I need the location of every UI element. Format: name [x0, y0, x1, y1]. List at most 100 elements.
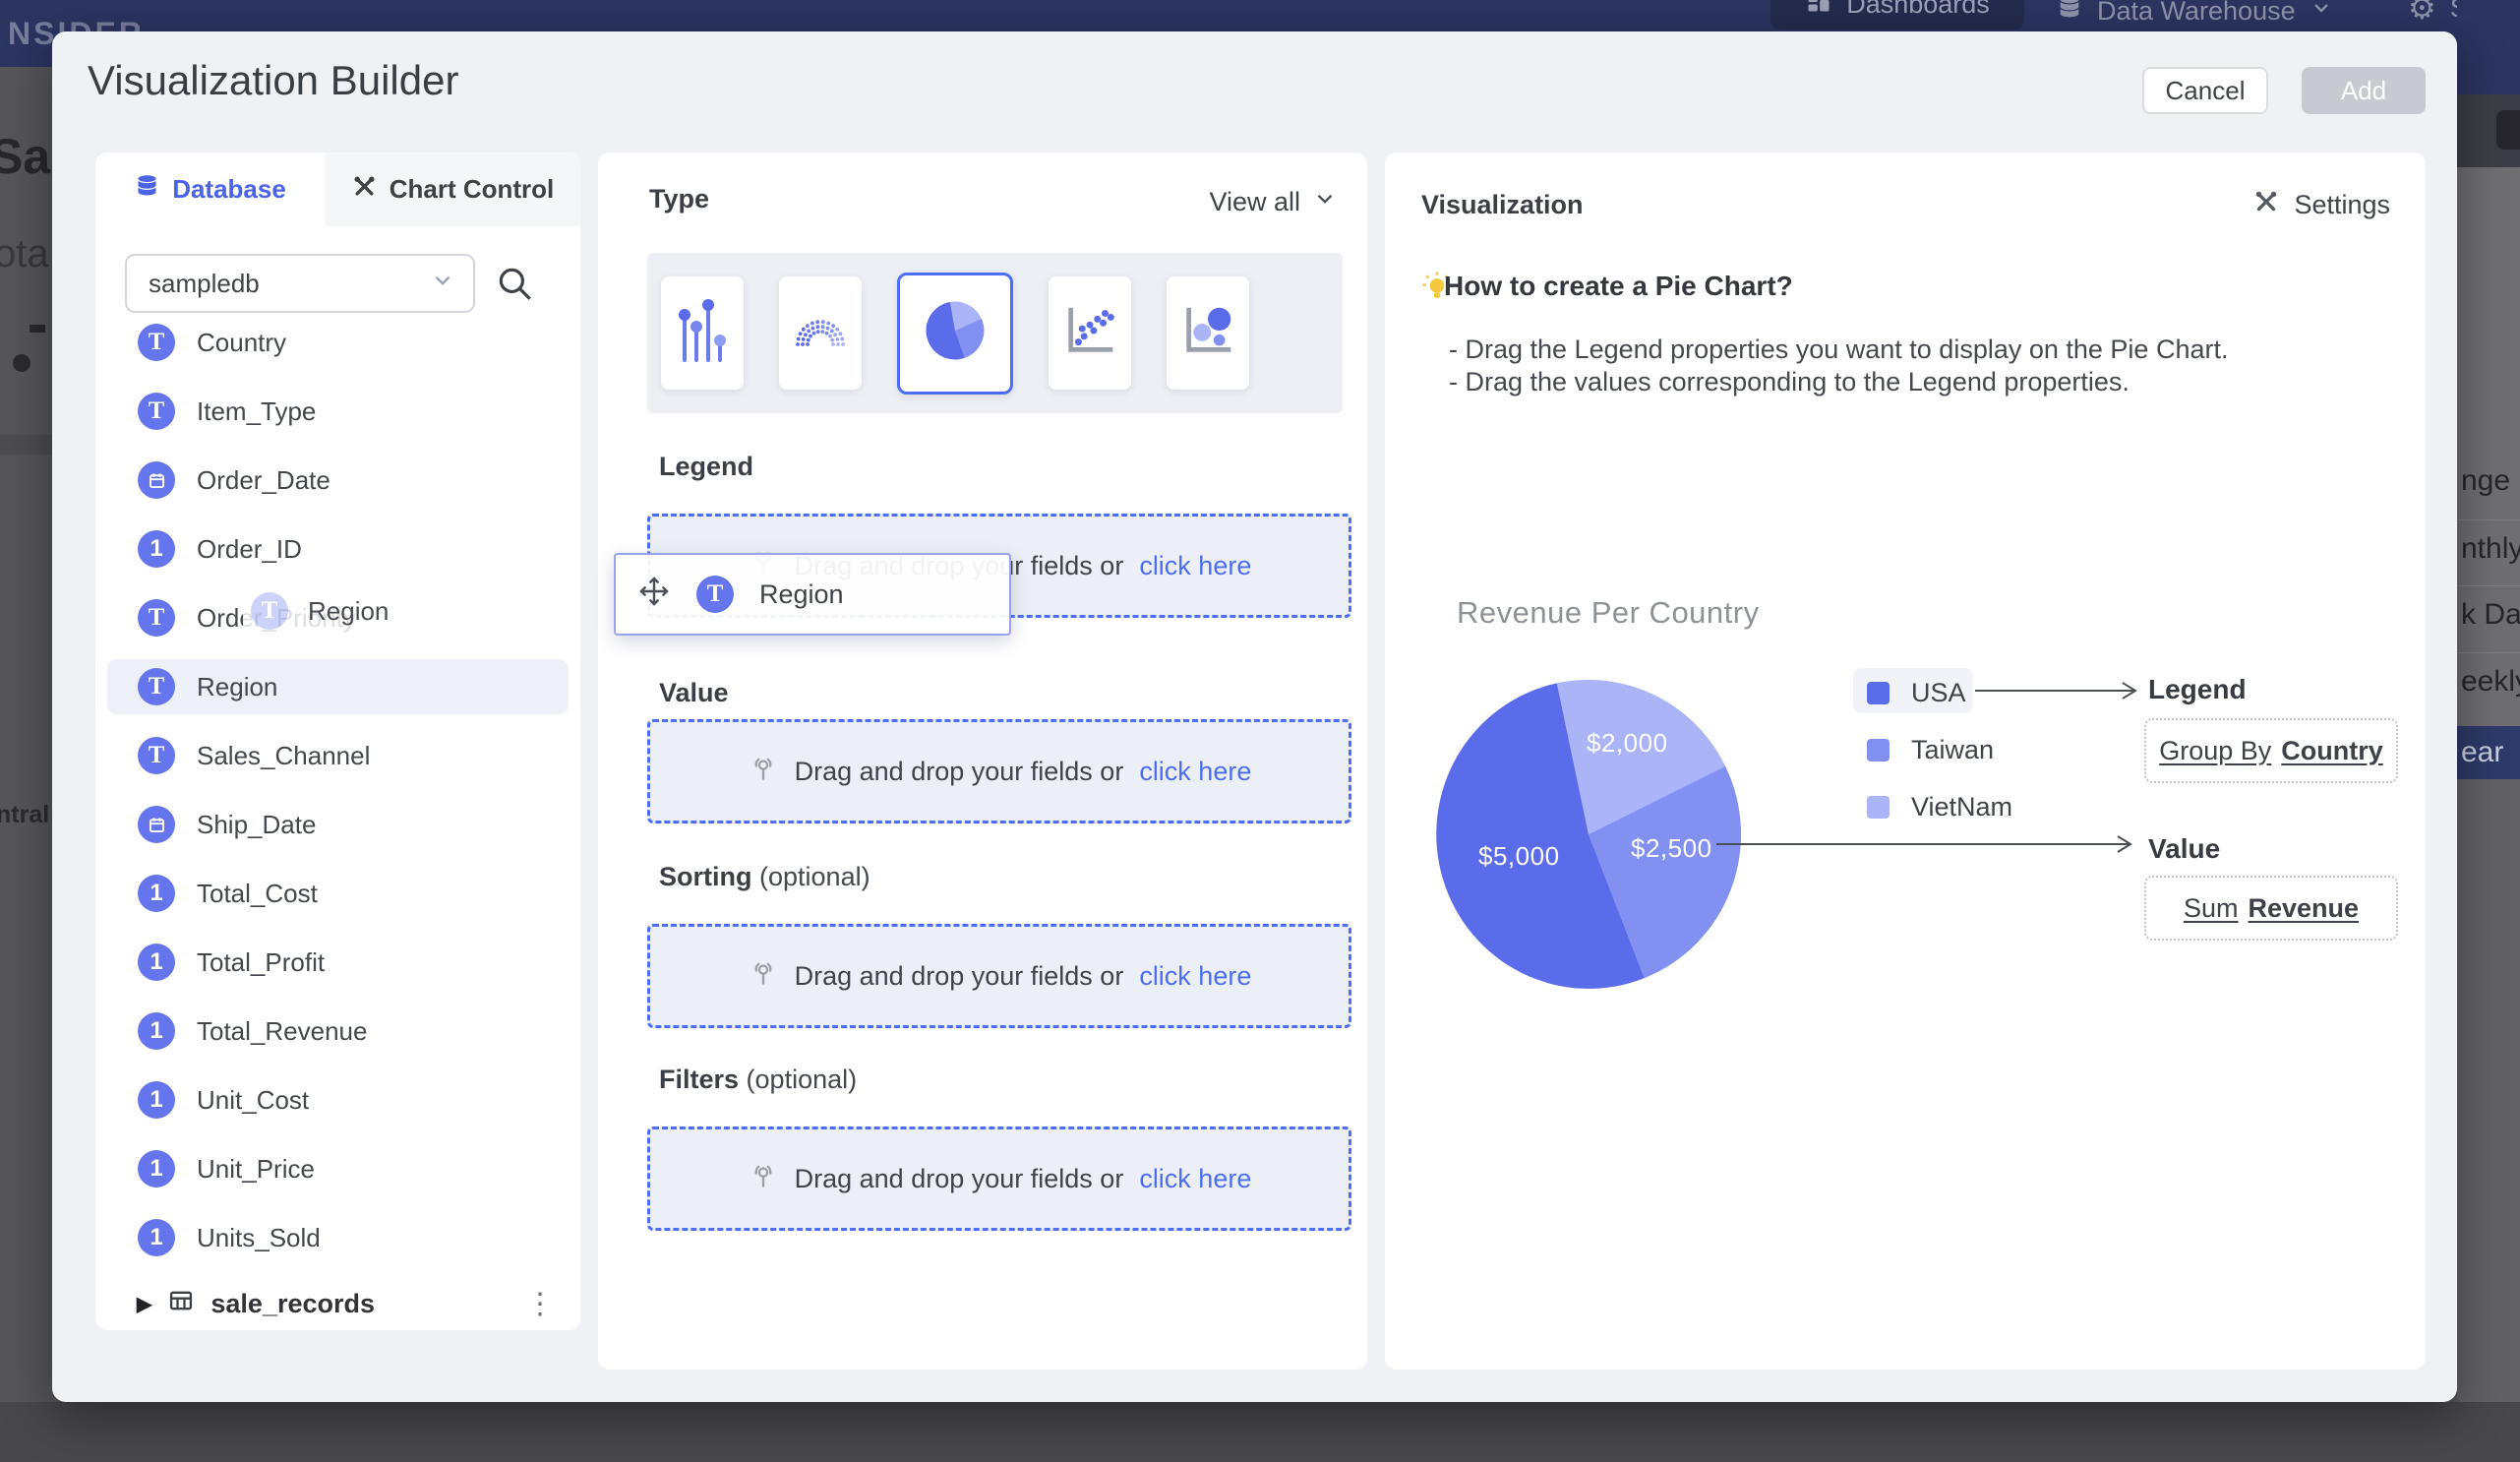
dropzone-sorting[interactable]: Drag and drop your fields orclick here [647, 924, 1351, 1028]
field-label: Unit_Price [197, 1154, 315, 1185]
howto-title: How to create a Pie Chart? [1444, 271, 1793, 302]
pie-legend-item-vietnam[interactable]: VietNam [1867, 789, 2012, 824]
field-type-text-icon: T [138, 599, 175, 637]
sum-label: Sum [2184, 893, 2239, 924]
chart-type-pie-selected[interactable] [897, 273, 1013, 395]
field-label: Sales_Channel [197, 741, 370, 771]
dropzone-click-here-link[interactable]: click here [1139, 757, 1251, 787]
value-arrow [1716, 833, 2139, 855]
field-item-order_id[interactable]: 1Order_ID [107, 521, 569, 577]
dropzone-click-here-link[interactable]: click here [1139, 551, 1251, 581]
tab-chart-control-label: Chart Control [390, 174, 555, 205]
visualization-panel: Visualization Settings How to create a P… [1385, 152, 2426, 1370]
field-item-sales_channel[interactable]: TSales_Channel [107, 728, 569, 783]
drag-ghost-region: T Region [243, 588, 426, 634]
view-all-button[interactable]: View all [1209, 186, 1338, 218]
bg-mark [30, 325, 45, 333]
chart-type-strip [647, 253, 1343, 413]
field-type-number-icon: 1 [138, 1219, 175, 1256]
settings-label: Settings [2294, 190, 2390, 220]
save-icon [2496, 110, 2520, 150]
chevron-down-icon [1312, 186, 1338, 218]
chart-type-scatter[interactable] [1049, 276, 1131, 390]
chart-type-bubble[interactable] [1167, 276, 1249, 390]
field-label: Order_Date [197, 465, 330, 496]
drag-preview[interactable]: T Region [614, 553, 1011, 636]
field-item-total_revenue[interactable]: 1Total_Revenue [107, 1004, 569, 1059]
slice-value-usa: $5,000 [1478, 841, 1560, 872]
bg-bottom-strip [0, 1402, 2520, 1462]
chart-type-lollipop[interactable] [661, 276, 744, 390]
annotation-legend-box[interactable]: Group By Country [2144, 718, 2398, 783]
field-type-text-icon: T [138, 324, 175, 361]
tools-icon [351, 173, 378, 207]
field-item-item_type[interactable]: T Item_Type [107, 384, 569, 439]
pie-legend-item-taiwan[interactable]: Taiwan [1867, 732, 1994, 767]
lollipop-icon [675, 295, 730, 371]
field-item-total_cost[interactable]: 1Total_Cost [107, 866, 569, 921]
table-row-sale-records[interactable]: ▶ sale_records ⋮ [107, 1280, 569, 1327]
caret-right-icon[interactable]: ▶ [137, 1292, 151, 1316]
scatter-icon [1059, 300, 1120, 366]
bg-bullet-dot [13, 354, 30, 372]
kebab-menu-icon[interactable]: ⋮ [525, 1287, 569, 1321]
add-button[interactable]: Add [2302, 67, 2426, 114]
field-type-number-icon: 1 [138, 1012, 175, 1050]
annotation-value-box[interactable]: Sum Revenue [2144, 876, 2398, 941]
field-type-number-icon: 1 [138, 1150, 175, 1188]
screen: NSIDER Dashboards Data Warehouse ⚙ Setti… [0, 0, 2520, 1462]
field-type-text-icon: T [138, 393, 175, 430]
field-type-number-icon: 1 [138, 1081, 175, 1119]
field-item-ship_date[interactable]: Ship_Date [107, 797, 569, 852]
tab-database[interactable]: Database [95, 152, 325, 226]
cancel-button[interactable]: Cancel [2142, 67, 2268, 114]
field-label: Country [197, 328, 286, 358]
legend-arrow [1975, 680, 2142, 701]
section-label-sorting: Sorting (optional) [659, 862, 870, 892]
field-label: Ship_Date [197, 810, 316, 840]
tab-chart-control[interactable]: Chart Control [325, 152, 580, 226]
field-item-region[interactable]: TRegion [107, 659, 569, 714]
section-label-filters: Filters (optional) [659, 1065, 857, 1095]
database-panel: Database Chart Control sampledb T Country… [95, 152, 580, 1330]
nav-dashboards-label: Dashboards [1846, 0, 1990, 20]
legend-swatch [1867, 739, 1890, 761]
chart-type-arc[interactable] [779, 276, 862, 390]
field-item-unit_cost[interactable]: 1Unit_Cost [107, 1072, 569, 1127]
bg-menu-item-k-date: k Date [2457, 585, 2520, 642]
bg-right-panel: ngenthlyk Dateeeklyear [2457, 0, 2520, 1462]
search-icon[interactable] [494, 263, 535, 304]
field-item-country[interactable]: T Country [107, 315, 569, 370]
settings-button[interactable]: Settings [2252, 188, 2390, 222]
field-item-units_sold[interactable]: 1Units_Sold [107, 1210, 569, 1265]
modal-title: Visualization Builder [88, 57, 458, 104]
field-item-order_date[interactable]: Order_Date [107, 453, 569, 508]
database-icon [2056, 0, 2083, 29]
pie-legend-item-usa[interactable]: USA [1867, 675, 1966, 710]
bg-menu-item-ear: ear [2457, 726, 2520, 779]
visualization-title: Visualization [1421, 190, 1584, 220]
field-item-total_profit[interactable]: 1Total_Profit [107, 935, 569, 990]
database-select-value: sampledb [149, 269, 260, 299]
legend-swatch [1867, 682, 1890, 704]
dropzone-filters[interactable]: Drag and drop your fields or click here [647, 1127, 1351, 1231]
dashboard-grid-icon [1805, 0, 1832, 22]
dropzone-click-here-link[interactable]: click here [1139, 1164, 1251, 1194]
dropzone-click-here-link[interactable]: click here [1139, 961, 1251, 992]
field-label: Item_Type [197, 396, 316, 427]
field-type-date-icon [138, 461, 175, 499]
database-select[interactable]: sampledb [125, 254, 475, 313]
dropzone-text: Drag and drop your fields or [795, 1164, 1124, 1194]
field-type-date-icon [138, 806, 175, 843]
legend-label: Taiwan [1911, 735, 1994, 765]
nav-dashboards[interactable]: Dashboards [1770, 0, 2024, 30]
arc-icon [789, 308, 852, 358]
nav-data-warehouse[interactable]: Data Warehouse [2056, 0, 2333, 29]
bg-menu-item-eekly: eekly [2457, 652, 2520, 709]
dropzone-value[interactable]: Drag and drop your fields orclick here [647, 719, 1351, 823]
bg-label-fragment: ntral [0, 801, 49, 829]
slice-value-taiwan: $2,500 [1631, 833, 1712, 864]
field-item-unit_price[interactable]: 1 Unit_Price [107, 1141, 569, 1196]
field-type-number-icon: 1 [138, 875, 175, 912]
field-label: Region [197, 672, 277, 702]
